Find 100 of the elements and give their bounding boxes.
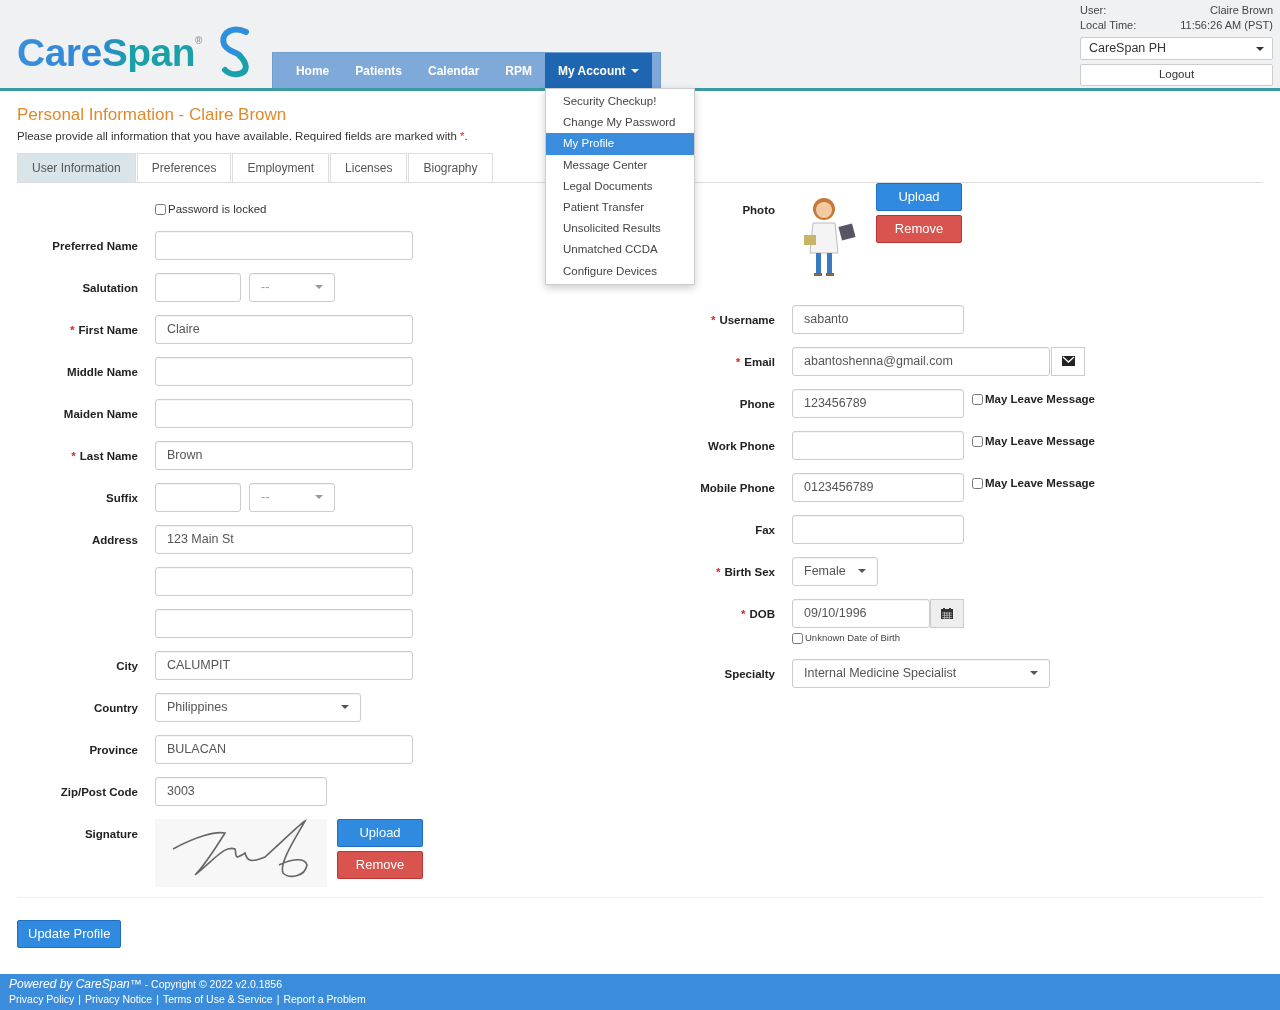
input-field[interactable]: 3003: [155, 776, 327, 806]
field-label: DOB: [749, 607, 775, 620]
field-label: Address: [91, 533, 138, 546]
separator: |: [156, 992, 159, 1007]
remove-button[interactable]: Remove: [337, 850, 423, 879]
practice-select[interactable]: CareSpan PH: [1080, 37, 1273, 60]
caret-icon: [341, 705, 349, 710]
field-label: Birth Sex: [724, 565, 775, 578]
required-mark: *: [716, 565, 721, 578]
input-field[interactable]: BULACAN: [155, 734, 413, 764]
menu-item[interactable]: Unsolicited Results: [546, 218, 694, 240]
checkbox-label: May Leave Message: [985, 392, 1095, 405]
field-label: Photo: [742, 203, 775, 216]
tab[interactable]: User Information: [17, 152, 136, 182]
upload-button[interactable]: Upload: [337, 818, 423, 847]
input-field[interactable]: [792, 514, 964, 544]
calendar-icon: [941, 607, 953, 619]
field-label: Country: [93, 701, 138, 714]
logout-button[interactable]: Logout: [1080, 64, 1273, 86]
checkbox-label: May Leave Message: [985, 476, 1095, 489]
menu-item[interactable]: Security Checkup!: [546, 91, 694, 113]
field-label: Middle Name: [67, 365, 138, 378]
select-field[interactable]: Internal Medicine Specialist: [792, 658, 1050, 688]
user-label: User:: [1080, 3, 1107, 18]
required-mark: *: [71, 449, 76, 462]
checkbox[interactable]: [792, 632, 803, 644]
tab[interactable]: Biography: [408, 152, 493, 182]
caret-icon: [315, 285, 323, 290]
field-label: Username: [719, 313, 775, 326]
field-label: Phone: [739, 397, 775, 410]
tab[interactable]: Employment: [232, 152, 330, 182]
checkbox-label: Password is locked: [168, 202, 267, 215]
required-mark: *: [70, 323, 75, 336]
field-label: Signature: [84, 827, 138, 840]
field-label: Email: [744, 355, 775, 368]
field-label: Suffix: [106, 491, 138, 504]
field-label: First Name: [78, 323, 138, 336]
input-field[interactable]: 09/10/1996: [792, 598, 930, 628]
input-field[interactable]: CALUMPIT: [155, 650, 413, 680]
checkbox[interactable]: [972, 478, 983, 490]
upload-button[interactable]: Upload: [876, 182, 962, 211]
field-label: Fax: [755, 523, 775, 536]
field-label: Work Phone: [708, 439, 775, 452]
menu-item[interactable]: Patient Transfer: [546, 196, 694, 219]
remove-button[interactable]: Remove: [876, 214, 962, 243]
input-field[interactable]: [155, 482, 241, 512]
input-field[interactable]: [155, 398, 413, 428]
select-field[interactable]: Female: [792, 556, 878, 586]
field-label: Specialty: [724, 667, 775, 680]
calendar-button[interactable]: [930, 598, 964, 628]
required-mark: *: [740, 607, 746, 620]
checkbox[interactable]: [155, 204, 166, 216]
field-label: Province: [89, 743, 138, 756]
caret-icon: [858, 569, 866, 574]
tab[interactable]: Preferences: [136, 152, 232, 182]
input-field[interactable]: [792, 430, 964, 460]
menu-item[interactable]: Change My Password: [546, 112, 694, 134]
nav-tab[interactable]: My Account: [545, 53, 652, 88]
menu-item[interactable]: Message Center: [546, 154, 694, 176]
separator: |: [276, 992, 280, 1007]
field-label: Salutation: [82, 281, 138, 294]
field-label: Mobile Phone: [700, 481, 775, 494]
email-button[interactable]: [1051, 346, 1085, 376]
menu-item[interactable]: Unmatched CCDA: [546, 239, 694, 261]
required-mark: *: [710, 313, 716, 326]
separator: |: [78, 992, 82, 1007]
input-field[interactable]: abantoshenna@gmail.com: [792, 346, 1050, 376]
checkbox[interactable]: [972, 436, 983, 448]
field-label: Last Name: [79, 449, 138, 462]
select-field[interactable]: Philippines: [155, 692, 361, 722]
checkbox[interactable]: [972, 394, 983, 406]
input-field[interactable]: 123456789: [792, 388, 964, 418]
field-label: Preferred Name: [52, 239, 138, 252]
input-field[interactable]: 0123456789: [792, 472, 964, 502]
input-field[interactable]: [155, 566, 413, 596]
input-field[interactable]: [155, 230, 413, 260]
checkbox-label: May Leave Message: [985, 434, 1095, 447]
input-field[interactable]: Claire: [155, 314, 413, 344]
checkbox-label: Unknown Date of Birth: [805, 631, 901, 643]
input-field[interactable]: sabanto: [792, 304, 964, 334]
field-label: Zip/Post Code: [60, 785, 138, 798]
caret-icon: [1030, 671, 1038, 676]
page-title: Personal Information - Claire Brown: [17, 104, 287, 126]
field-label: Maiden Name: [63, 407, 138, 420]
tab[interactable]: Licenses: [330, 152, 408, 182]
caret-icon: [315, 495, 323, 500]
copyright-text: - Copyright © 2022 v2.0.1856: [144, 978, 282, 990]
input-field[interactable]: 123 Main St: [155, 524, 413, 554]
user-name: Claire Brown: [1210, 3, 1273, 18]
field-label: City: [116, 659, 138, 672]
input-field[interactable]: Brown: [155, 440, 413, 470]
input-field[interactable]: [155, 356, 413, 386]
caret-icon: [1256, 46, 1264, 51]
input-field[interactable]: [155, 272, 241, 302]
menu-item[interactable]: Legal Documents: [546, 175, 694, 197]
menu-item[interactable]: Configure Devices: [546, 260, 694, 282]
local-time: 11:56:26 AM (PST): [1180, 18, 1273, 33]
update-profile-button[interactable]: Update Profile: [17, 919, 122, 948]
input-field[interactable]: [155, 608, 413, 638]
instruction-text: Please provide all information that you have available. Required fields are marked with *.: [17, 128, 468, 144]
